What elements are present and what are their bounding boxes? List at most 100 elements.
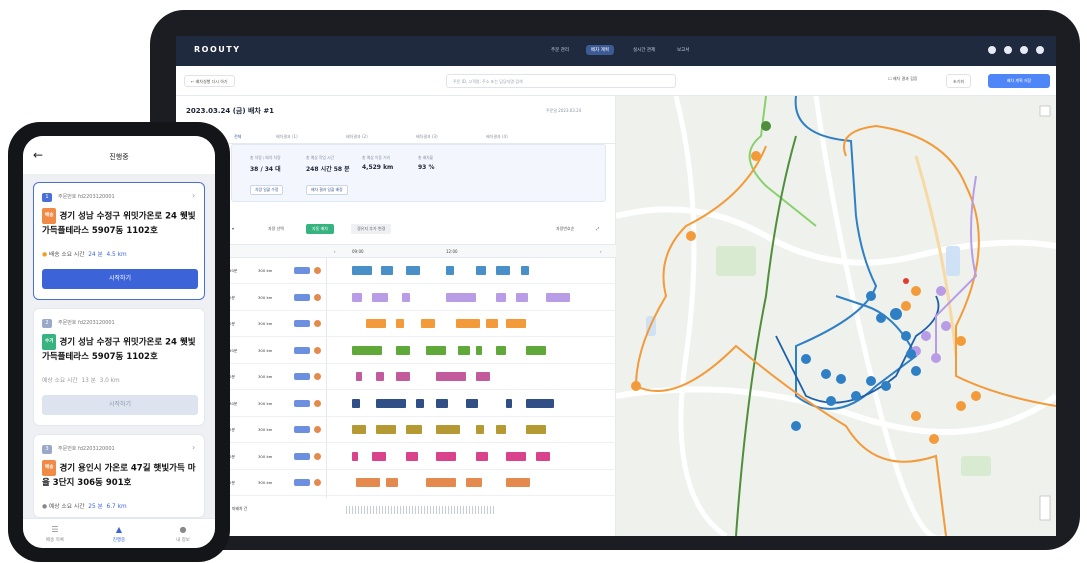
tab-all[interactable]: 전체 (234, 134, 241, 140)
vehicle-select-toggle[interactable]: 차량 선택 (268, 226, 284, 232)
route-segment-bar[interactable] (536, 451, 550, 461)
nav-delivery-list[interactable]: ☰ 배송 목록 (23, 525, 87, 543)
route-segment-bar[interactable] (436, 398, 448, 408)
route-segment-bar[interactable] (352, 266, 372, 275)
sort-select[interactable]: 차량번호순 (556, 226, 574, 232)
user-avatar-icon[interactable] (1036, 46, 1044, 54)
route-segment-bar[interactable] (421, 319, 435, 328)
route-segment-bar[interactable] (476, 372, 490, 381)
bulk-assign-button[interactable]: 배차 결과 일괄 배정 (306, 185, 348, 195)
route-segment-bar[interactable] (396, 372, 410, 381)
route-segment-bar[interactable] (356, 478, 380, 487)
save-plan-button[interactable]: 배차 계획 저장 (988, 74, 1050, 88)
route-segment-bar[interactable] (406, 451, 418, 461)
route-segment-bar[interactable] (526, 345, 546, 355)
route-segment-bar[interactable] (396, 345, 410, 355)
route-segment-bar[interactable] (506, 398, 512, 408)
nav-tab-realtime[interactable]: 실시간 관제 (628, 45, 660, 55)
back-button[interactable]: ← 배차실행 다시 하기 (184, 75, 235, 87)
nav-tab-report[interactable]: 보고서 (672, 45, 694, 55)
vehicle-tag[interactable] (294, 399, 310, 407)
route-segment-bar[interactable] (476, 451, 488, 461)
route-segment-bar[interactable] (436, 372, 466, 381)
route-segment-bar[interactable] (352, 451, 358, 461)
vehicle-row[interactable]: 차량 99건9시간 30분300 km (176, 444, 616, 470)
route-segment-bar[interactable] (506, 451, 526, 461)
vehicle-row[interactable]: 차량 90건9시간 30분300 km (176, 311, 616, 337)
route-segment-bar[interactable] (376, 425, 396, 434)
nav-tab-orders[interactable]: 주문 관리 (546, 45, 574, 55)
reset-button[interactable]: 초기화 (946, 74, 972, 88)
route-segment-bar[interactable] (352, 425, 366, 434)
route-segment-bar[interactable] (426, 345, 446, 355)
route-segment-bar[interactable] (402, 292, 410, 302)
vehicle-tag[interactable] (294, 479, 310, 486)
route-segment-bar[interactable] (386, 478, 398, 487)
route-segment-bar[interactable] (446, 292, 476, 302)
vehicle-row[interactable]: 차량 100건10시간 30분300 km (176, 391, 616, 417)
delivery-card[interactable]: 2 주문번호 fd2203120001 수거 경기 성남 수정구 위밋가온로 24… (33, 308, 205, 426)
vehicle-row[interactable]: 차량 86건10시간 30분300 km (176, 338, 616, 364)
tab-result-4[interactable]: 배차결과 (4) (486, 134, 508, 140)
route-segment-bar[interactable] (372, 292, 388, 302)
route-segment-bar[interactable] (476, 266, 486, 275)
route-segment-bar[interactable] (521, 266, 529, 275)
route-segment-bar[interactable] (406, 425, 422, 434)
search-input[interactable]: 주문 ID, 고객명, 주소 또는 담당자명 검색 (446, 74, 676, 88)
nav-my-info[interactable]: ● 내 정보 (151, 525, 215, 543)
route-segment-bar[interactable] (352, 398, 360, 408)
vehicle-row[interactable]: 차량 99건9시간 30분300 km (176, 364, 616, 390)
route-segment-bar[interactable] (466, 398, 478, 408)
route-segment-bar[interactable] (496, 425, 506, 434)
route-segment-bar[interactable] (376, 372, 384, 381)
route-segment-bar[interactable] (352, 292, 362, 302)
vehicle-row[interactable]: 차량 90건8시간 30분300 km (176, 417, 616, 443)
route-segment-bar[interactable] (506, 319, 526, 328)
route-segment-bar[interactable] (486, 319, 498, 328)
start-button[interactable]: 시작하기 (42, 269, 198, 289)
route-segment-bar[interactable] (436, 451, 456, 461)
vehicle-tag[interactable] (294, 293, 310, 301)
route-segment-bar[interactable] (516, 292, 528, 302)
route-segment-bar[interactable] (381, 266, 393, 275)
prev-arrow-icon[interactable]: ‹ (334, 249, 336, 254)
route-segment-bar[interactable] (406, 266, 420, 275)
help-icon[interactable] (1004, 46, 1012, 54)
vehicle-tag[interactable] (294, 320, 310, 327)
route-segment-bar[interactable] (366, 319, 386, 328)
dropdown-chevron-icon[interactable]: ▾ (232, 226, 234, 231)
route-segment-bar[interactable] (496, 266, 510, 275)
route-segment-bar[interactable] (396, 319, 404, 328)
tab-result-1[interactable]: 배차결과 (1) (276, 134, 298, 140)
vehicle-tag[interactable] (294, 373, 310, 380)
vehicle-tag[interactable] (294, 267, 310, 274)
tab-result-2[interactable]: 배차결과 (2) (346, 134, 368, 140)
next-arrow-icon[interactable]: › (600, 249, 602, 254)
route-segment-bar[interactable] (476, 345, 482, 355)
route-segment-bar[interactable] (466, 478, 482, 487)
tab-result-3[interactable]: 배차결과 (3) (416, 134, 438, 140)
route-segment-bar[interactable] (416, 398, 424, 408)
gear-icon[interactable] (1020, 46, 1028, 54)
bell-icon[interactable] (988, 46, 996, 54)
vehicle-row[interactable]: 차량 96건8시간 30분300 km (176, 470, 616, 496)
route-segment-bar[interactable] (496, 292, 506, 302)
route-segment-bar[interactable] (436, 425, 460, 434)
expand-icon[interactable]: ⤢ (596, 226, 599, 231)
route-segment-bar[interactable] (476, 425, 484, 434)
route-segment-bar[interactable] (458, 345, 470, 355)
vehicle-tag[interactable] (294, 346, 310, 354)
route-segment-bar[interactable] (446, 266, 454, 275)
route-segment-bar[interactable] (376, 398, 406, 408)
route-segment-bar[interactable] (506, 478, 530, 487)
route-segment-bar[interactable] (496, 345, 506, 355)
route-segment-bar[interactable] (526, 398, 554, 408)
vehicle-tag[interactable] (294, 452, 310, 460)
bulk-vehicle-edit-button[interactable]: 차량 일괄 수정 (250, 185, 284, 195)
nav-in-progress[interactable]: ▲ 진행중 (87, 525, 151, 543)
delivery-card[interactable]: 1 주문번호 fd2203120001 › 배송 경기 성남 수정구 위밋가온로 … (33, 182, 205, 300)
auto-dispatch-chip[interactable]: 자동 배차 (306, 224, 334, 234)
vehicle-tag[interactable] (294, 426, 310, 433)
validate-checkbox[interactable]: ☐ 배차 결과 검증 (888, 76, 917, 82)
route-segment-bar[interactable] (456, 319, 480, 328)
